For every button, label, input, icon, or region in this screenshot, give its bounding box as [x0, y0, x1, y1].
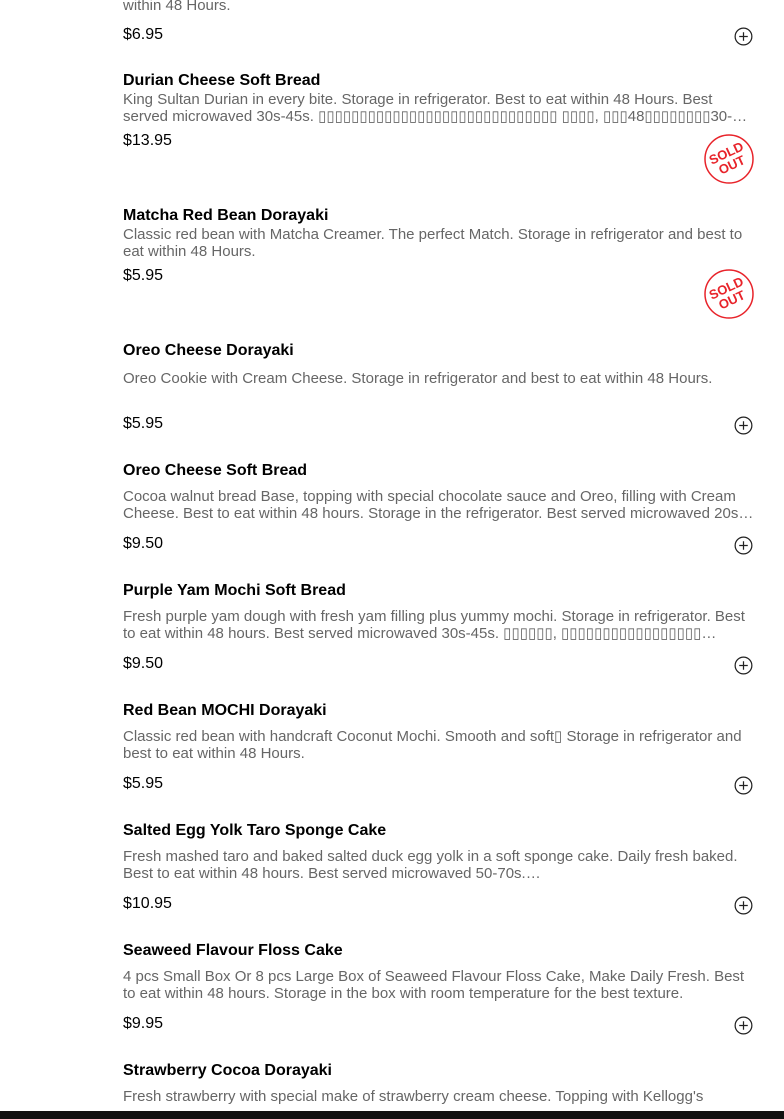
item-name: Durian Cheese Soft Bread	[123, 72, 321, 89]
menu-item[interactable]: Red Bean MOCHI Dorayaki Classic red bean…	[123, 701, 754, 801]
add-item-icon[interactable]	[734, 1016, 753, 1035]
item-price: $5.95	[123, 267, 164, 284]
item-name: Oreo Cheese Dorayaki	[123, 342, 294, 359]
menu-item[interactable]: Matcha Red Bean Dorayaki Classic red bea…	[123, 206, 754, 331]
item-description: Oreo Cookie with Cream Cheese. Storage i…	[123, 370, 713, 387]
item-price: $9.50	[123, 535, 164, 552]
add-item-icon[interactable]	[734, 27, 753, 46]
sold-out-badge: SOLD OUT	[704, 134, 754, 184]
menu-item-partial[interactable]: within 48 Hours. $6.95	[123, 0, 754, 50]
menu-item[interactable]: Strawberry Cocoa Dorayaki Fresh strawber…	[123, 1061, 754, 1111]
item-description: Fresh mashed taro and baked salted duck …	[123, 848, 738, 882]
add-item-icon[interactable]	[734, 656, 753, 675]
item-name: Salted Egg Yolk Taro Sponge Cake	[123, 822, 387, 839]
item-name: Purple Yam Mochi Soft Bread	[123, 582, 346, 599]
item-price: $6.95	[123, 26, 164, 43]
sold-out-badge: SOLD OUT	[704, 269, 754, 319]
item-price: $10.95	[123, 895, 172, 912]
item-description: Fresh strawberry with special make of st…	[123, 1088, 704, 1105]
item-price: $5.95	[123, 775, 164, 792]
menu-item[interactable]: Seaweed Flavour Floss Cake 4 pcs Small B…	[123, 941, 754, 1041]
add-item-icon[interactable]	[734, 416, 753, 435]
item-description: 4 pcs Small Box Or 8 pcs Large Box of Se…	[123, 968, 745, 1002]
menu-item[interactable]: Oreo Cheese Soft Bread Cocoa walnut brea…	[123, 461, 754, 561]
item-price: $13.95	[123, 132, 172, 149]
menu-item[interactable]: Salted Egg Yolk Taro Sponge Cake Fresh m…	[123, 821, 754, 921]
add-item-icon[interactable]	[734, 896, 753, 915]
menu-item[interactable]: Oreo Cheese Dorayaki Oreo Cookie with Cr…	[123, 341, 754, 441]
item-description: King Sultan Durian in every bite. Storag…	[123, 91, 733, 125]
bottom-bar	[0, 1111, 784, 1119]
item-price: $9.95	[123, 1015, 164, 1032]
item-name: Strawberry Cocoa Dorayaki	[123, 1062, 332, 1079]
item-price: $9.50	[123, 655, 164, 672]
item-name: Oreo Cheese Soft Bread	[123, 462, 308, 479]
add-item-icon[interactable]	[734, 536, 753, 555]
menu-item[interactable]: Durian Cheese Soft Bread King Sultan Dur…	[123, 71, 754, 196]
item-description: Classic red bean with Matcha Creamer. Th…	[123, 226, 743, 260]
item-price: $5.95	[123, 415, 164, 432]
item-description: Classic red bean with handcraft Coconut …	[123, 728, 742, 762]
item-description: Cocoa walnut bread Base, topping with sp…	[123, 488, 744, 522]
item-description: within 48 Hours.	[123, 0, 231, 14]
item-name: Red Bean MOCHI Dorayaki	[123, 702, 327, 719]
item-name: Matcha Red Bean Dorayaki	[123, 207, 329, 224]
menu-item[interactable]: Purple Yam Mochi Soft Bread Fresh purple…	[123, 581, 754, 681]
item-description: Fresh purple yam dough with fresh yam fi…	[123, 608, 745, 642]
add-item-icon[interactable]	[734, 776, 753, 795]
item-name: Seaweed Flavour Floss Cake	[123, 942, 343, 959]
